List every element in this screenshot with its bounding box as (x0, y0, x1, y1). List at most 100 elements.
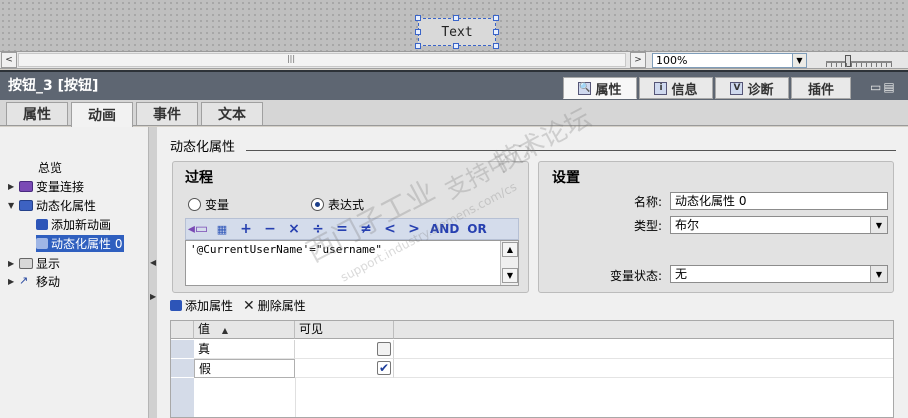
tree-item-dynamic-property-0[interactable]: 动态化属性 0 (36, 235, 125, 252)
less-than-operator-button[interactable]: < (378, 221, 402, 237)
tree-item-label: 显示 (36, 257, 61, 271)
resize-handle[interactable] (453, 15, 459, 21)
horizontal-scrollbar[interactable] (18, 53, 626, 67)
add-attribute-button[interactable]: 添加属性 (170, 297, 233, 314)
tree-item-tag-connection[interactable]: ▶ 变量连接 (8, 178, 84, 195)
expand-arrow-icon[interactable]: ▶ (8, 277, 16, 286)
resize-handle[interactable] (415, 29, 421, 35)
tab-info[interactable]: i 信息 (639, 77, 713, 99)
tree-item-label: 变量连接 (36, 180, 85, 194)
tree-item-dynamic-properties[interactable]: ▼ 动态化属性 (8, 197, 96, 214)
radio-expression[interactable]: 表达式 (311, 196, 364, 213)
tree-item-display[interactable]: ▶ 显示 (8, 255, 60, 272)
greater-than-operator-button[interactable]: > (402, 221, 426, 237)
tab-properties-sub[interactable]: 属性 (6, 102, 68, 125)
sort-ascending-icon: ▲ (221, 326, 228, 335)
add-animation-icon (36, 219, 48, 230)
row-header[interactable] (171, 359, 194, 378)
scroll-right-button[interactable]: > (630, 52, 646, 68)
collapse-left-icon[interactable]: ◀ (150, 258, 156, 267)
move-icon: ↗ (19, 274, 29, 287)
multiply-operator-button[interactable]: × (282, 221, 306, 237)
tag-connection-icon (19, 181, 33, 192)
expand-right-icon[interactable]: ▶ (150, 292, 156, 301)
tab-events[interactable]: 事件 (136, 102, 198, 125)
collapse-arrow-icon[interactable]: ▼ (8, 201, 16, 210)
resize-handle[interactable] (415, 15, 421, 21)
resize-handle[interactable] (493, 29, 499, 35)
delete-icon: ✕ (243, 297, 255, 314)
table-corner (171, 321, 194, 339)
tab-diagnostics[interactable]: V 诊断 (715, 77, 789, 99)
text-widget[interactable]: Text (415, 15, 499, 49)
type-label: 类型: (633, 219, 662, 233)
variable-state-select[interactable]: 无 ▼ (670, 265, 888, 283)
tab-properties[interactable]: 🔍 属性 (563, 77, 637, 99)
chevron-down-icon[interactable]: ▼ (870, 266, 887, 282)
equals-operator-button[interactable]: = (330, 221, 354, 237)
resize-handle[interactable] (415, 43, 421, 49)
column-header-empty (394, 321, 893, 339)
chevron-down-icon[interactable]: ▼ (870, 217, 887, 233)
not-equal-operator-button[interactable]: ≠ (354, 221, 378, 237)
insert-function-icon[interactable]: ▦ (210, 223, 234, 236)
insert-tag-icon[interactable]: ◂▭ (186, 221, 210, 237)
dynamic-property-icon (36, 238, 48, 249)
visible-checkbox[interactable] (377, 359, 391, 377)
table-cell-value[interactable]: 真 (194, 340, 295, 359)
tab-label: 插件 (807, 82, 834, 98)
expression-scrollbar[interactable]: ▲ ▼ (500, 241, 518, 285)
or-operator-button[interactable]: OR (463, 222, 490, 236)
tab-text[interactable]: 文本 (201, 102, 263, 125)
table-cell-visible[interactable] (295, 340, 394, 359)
table-cell-empty (394, 340, 893, 359)
row-header[interactable] (171, 340, 194, 359)
radio-button[interactable] (311, 198, 324, 211)
radio-variable[interactable]: 变量 (188, 196, 229, 213)
tab-label: 信息 (671, 82, 698, 98)
name-field[interactable]: 动态化属性 0 (670, 192, 888, 210)
divide-operator-button[interactable]: ÷ (306, 221, 330, 237)
add-attribute-icon (170, 300, 182, 311)
plus-operator-button[interactable]: + (234, 221, 258, 237)
tree-item-add-animation[interactable]: 添加新动画 (36, 216, 111, 233)
scroll-left-button[interactable]: < (1, 52, 17, 68)
tree-item-overview[interactable]: 总览 (38, 159, 62, 176)
scroll-thumb[interactable]: ||| (284, 54, 298, 64)
tree-item-label: 动态化属性 (36, 199, 97, 213)
minus-operator-button[interactable]: − (258, 221, 282, 237)
scroll-down-icon[interactable]: ▼ (502, 268, 518, 283)
tree-item-movement[interactable]: ▶ ↗ 移动 (8, 273, 60, 290)
add-attribute-label: 添加属性 (185, 299, 234, 313)
expression-editor[interactable]: '@CurrentUserName'="username" (185, 240, 519, 286)
resize-handle[interactable] (493, 43, 499, 49)
visible-checkbox[interactable] (377, 342, 391, 356)
tree-item-label: 动态化属性 0 (51, 237, 123, 251)
resize-handle[interactable] (493, 15, 499, 21)
tab-label: 诊断 (747, 82, 774, 98)
column-header-value[interactable]: 值 ▲ (194, 321, 295, 339)
window-controls-icon[interactable]: ▭▤ (870, 80, 897, 94)
table-cell-visible[interactable] (295, 359, 394, 378)
and-operator-button[interactable]: AND (426, 222, 463, 236)
zoom-select[interactable]: 100% (652, 53, 807, 68)
chevron-down-icon[interactable]: ▼ (792, 53, 807, 68)
radio-button[interactable] (188, 198, 201, 211)
expand-arrow-icon[interactable]: ▶ (8, 259, 16, 268)
scroll-up-icon[interactable]: ▲ (502, 242, 518, 257)
delete-attribute-button[interactable]: ✕ 删除属性 (243, 297, 306, 314)
tree-item-label: 总览 (38, 161, 63, 175)
tab-animation[interactable]: 动画 (71, 102, 133, 127)
radio-label: 表达式 (328, 198, 365, 212)
expand-arrow-icon[interactable]: ▶ (8, 182, 16, 191)
type-select[interactable]: 布尔 ▼ (670, 216, 888, 234)
column-header-visible[interactable]: 可见 (295, 321, 394, 339)
variable-state-value: 无 (675, 267, 688, 281)
resize-handle[interactable] (453, 43, 459, 49)
inspector-title: 按钮_3 [按钮] (8, 78, 99, 94)
diagnostics-icon: V (730, 81, 744, 95)
tab-plugins[interactable]: 插件 (791, 77, 851, 99)
panel-splitter[interactable] (148, 127, 157, 418)
table-cell-value[interactable]: 假 (194, 359, 295, 378)
dynamic-properties-icon (19, 200, 33, 211)
